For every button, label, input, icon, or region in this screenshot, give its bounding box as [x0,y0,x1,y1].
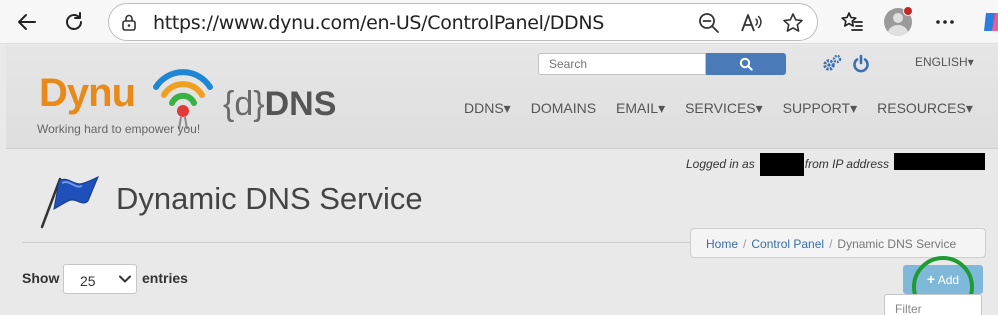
refresh-icon[interactable] [61,9,87,35]
profile-status-dot [903,6,913,16]
nav-email-label: EMAIL [616,100,659,116]
ddns-logo-suffix: DNS [264,85,337,123]
nav-ddns[interactable]: DDNS▾ [464,100,511,117]
divider [22,242,712,243]
ddns-logo: {d}DNS [223,85,336,124]
chevron-down-icon [119,275,131,283]
search-button[interactable] [706,53,786,75]
wifi-logo-icon [153,69,213,129]
main-nav: DDNS▾ DOMAINS EMAIL▾ SERVICES▾ SUPPORT▾ … [464,100,993,117]
nav-services-label: SERVICES [685,100,756,116]
nav-domains-label: DOMAINS [530,100,597,116]
lock-icon[interactable] [122,14,136,31]
filter-placeholder: Filter [895,302,922,315]
nav-support-label: SUPPORT [782,100,851,116]
caret-down-icon: ▾ [967,55,974,69]
breadcrumb-home[interactable]: Home [706,237,738,251]
address-bar[interactable]: https://www.dynu.com/en-US/ControlPanel/… [108,3,818,41]
ddns-logo-prefix: {d} [223,85,265,123]
tagline: Working hard to empower you! [37,122,201,136]
back-arrow-icon[interactable] [14,9,40,35]
breadcrumb-control-panel[interactable]: Control Panel [751,237,824,251]
nav-services[interactable]: SERVICES▾ [685,100,763,117]
favorites-list-icon[interactable] [839,9,865,35]
read-aloud-icon[interactable] [739,11,763,35]
nav-domains[interactable]: DOMAINS [531,100,596,117]
redacted-ip [894,153,985,170]
nav-resources-label: RESOURCES [877,100,966,116]
search-field[interactable] [538,53,706,75]
page-title: Dynamic DNS Service [116,181,423,216]
nav-resources[interactable]: RESOURCES▾ [877,100,973,117]
nav-support[interactable]: SUPPORT▾ [783,100,857,117]
breadcrumb: Home / Control Panel / Dynamic DNS Service [690,228,986,258]
caret-down-icon: ▾ [850,100,858,116]
zoom-out-icon[interactable] [697,11,721,35]
site-header: Dynu Working hard to empower you! {d}DNS… [6,45,998,149]
show-label: Show [22,270,60,286]
search-input[interactable] [539,54,705,74]
language-label: ENGLISH [915,55,968,69]
page: Dynu Working hard to empower you! {d}DNS… [0,45,998,315]
caret-down-icon: ▾ [503,100,511,116]
caret-down-icon: ▾ [658,100,666,116]
dynu-logo-text[interactable]: Dynu [39,71,136,116]
flag-icon [40,175,99,229]
entries-select[interactable]: 25 [63,264,137,294]
breadcrumb-current: Dynamic DNS Service [837,237,957,251]
entries-value: 25 [80,273,96,289]
language-dropdown[interactable]: ENGLISH▾ [915,55,974,69]
power-icon[interactable] [850,53,872,75]
filter-input[interactable]: Filter [884,294,982,315]
url-text[interactable]: https://www.dynu.com/en-US/ControlPanel/… [153,12,604,34]
nav-ddns-label: DDNS [464,100,504,116]
entries-label: entries [142,270,188,286]
breadcrumb-separator: / [743,237,747,251]
browser-toolbar: https://www.dynu.com/en-US/ControlPanel/… [0,0,998,44]
breadcrumb-separator: / [829,237,833,251]
logged-in-prefix: Logged in as [686,157,755,171]
redacted-username [760,153,804,176]
nav-email[interactable]: EMAIL▾ [616,100,665,117]
copilot-icon[interactable] [980,9,998,35]
favorite-star-icon[interactable] [781,11,805,35]
from-ip-text: from IP address [804,157,889,171]
caret-down-icon: ▾ [965,100,973,116]
gears-icon[interactable] [821,53,843,75]
search-icon [739,57,753,71]
caret-down-icon: ▾ [755,100,763,116]
more-icon[interactable] [932,9,958,35]
